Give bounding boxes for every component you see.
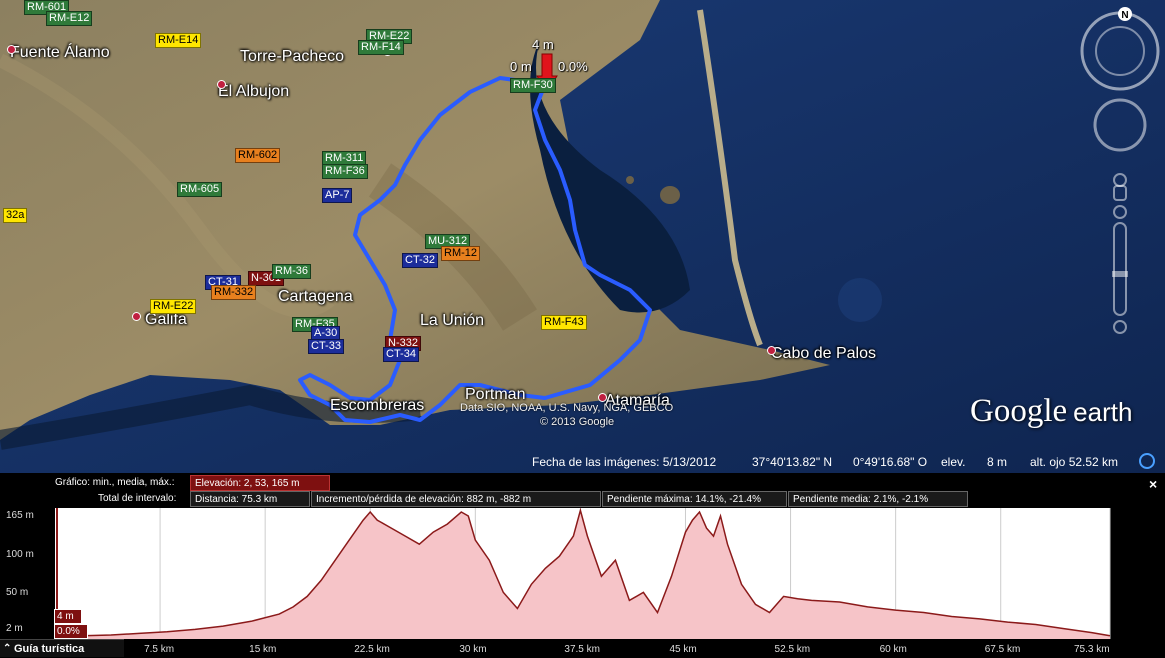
road-shield: CT-32 [402,253,438,268]
place-dot [598,393,607,402]
chevron-up-icon: ⌃ [3,643,12,654]
place-dot [767,346,776,355]
road-shield: RM-332 [211,285,257,300]
place-fuente-alamo: Fuente Álamo [10,44,110,61]
road-shield: CT-34 [383,347,419,362]
cursor-grade-badge: 0.0% [54,624,88,639]
marker-grade: 0.0% [558,59,588,74]
marker-elevation: 4 m [532,37,554,52]
road-shield: RM-36 [272,264,312,279]
road-shield: 32a [3,208,28,223]
road-shield: RM-F14 [358,40,404,55]
tour-guide-button[interactable]: ⌃ Guía turística [0,639,124,657]
x-tick: 22.5 km [354,644,390,655]
road-shield: RM-F43 [541,315,587,330]
road-shield: CT-33 [308,339,344,354]
close-button[interactable]: × [1149,476,1157,492]
x-tick: 30 km [459,644,487,655]
compass-ring-icon [1080,11,1160,91]
place-escombreras: Escombreras [330,397,425,414]
place-dot [7,45,16,54]
elevation-chart[interactable] [0,506,1165,657]
zoom-slider [1113,222,1127,316]
y-tick: 165 m [6,510,34,521]
interval-label: Total de intervalo: [98,493,177,504]
x-tick: 60 km [879,644,907,655]
road-shield: RM-605 [177,182,223,197]
cursor-elevation-badge: 4 m [54,609,82,624]
eye-altitude: alt. ojo 52.52 km [1030,455,1119,469]
road-shield: RM-F30 [510,78,556,93]
road-shield: RM-E14 [155,33,202,48]
place-torre-pacheco: Torre-Pacheco [240,48,345,65]
elevation-label: elev. [941,455,966,469]
street-view-icon [1113,173,1127,187]
elevation-value: 8 m [987,455,1008,469]
x-tick: 37.5 km [564,644,600,655]
road-shield: AP-7 [322,188,353,203]
x-tick: 45 km [669,644,697,655]
road-shield: RM-E22 [150,299,197,314]
map-credits: Data SIO, NOAA, U.S. Navy, NGA, GEBCO [460,402,674,414]
place-cabo-de-palos: Cabo de Palos [771,345,876,362]
x-tick: 67.5 km [984,644,1021,655]
google-earth-logo: Google earth [970,393,1133,429]
place-cartagena: Cartagena [278,288,353,305]
navigation-controls[interactable]: N [1080,5,1162,350]
elevation-stat: Elevación: 2, 53, 165 m [190,475,330,491]
distance-stat: Distancia: 75.3 km [190,491,310,507]
compass-north-icon: N [1121,10,1128,21]
y-tick: 100 m [6,549,34,560]
place-la-union: La Unión [420,312,485,329]
latitude: 37°40'13.82" N [752,455,833,469]
x-tick: 52.5 km [774,644,811,655]
look-joystick-icon [1093,98,1147,152]
y-tick: 2 m [6,623,23,634]
place-dot [132,312,141,321]
gain-loss-stat: Incremento/pérdida de elevación: 882 m, … [311,491,601,507]
max-slope-stat: Pendiente máxima: 14.1%, -21.4% [602,491,787,507]
longitude: 0°49'16.68" O [853,455,928,469]
graph-label: Gráfico: min., media, máx.: [55,477,175,488]
map-view[interactable]: Fuente Álamo Torre-Pacheco El Albujon Ca… [0,0,1165,473]
zoom-out-icon [1113,320,1127,334]
x-tick: 7.5 km [144,644,175,655]
marker-distance: 0 m [510,59,532,74]
road-shield: RM-602 [235,148,281,163]
map-copyright: © 2013 Google [540,416,615,428]
road-shield: RM-F36 [322,164,368,179]
x-tick: 15 km [249,644,277,655]
x-tick: 75.3 km [1074,644,1110,655]
imagery-date: Fecha de las imágenes: 5/13/2012 [532,455,717,469]
place-el-albujon: El Albujon [218,83,290,100]
road-shield: RM-12 [441,246,481,261]
avg-slope-stat: Pendiente media: 2.1%, -2.1% [788,491,968,507]
y-tick: 50 m [6,587,29,598]
loading-icon [1139,453,1155,469]
road-shield: RM-E12 [46,11,93,26]
status-bar: Fecha de las imágenes: 5/13/2012 37°40'1… [0,453,1165,473]
place-dot [217,80,226,89]
zoom-in-icon [1113,205,1127,219]
